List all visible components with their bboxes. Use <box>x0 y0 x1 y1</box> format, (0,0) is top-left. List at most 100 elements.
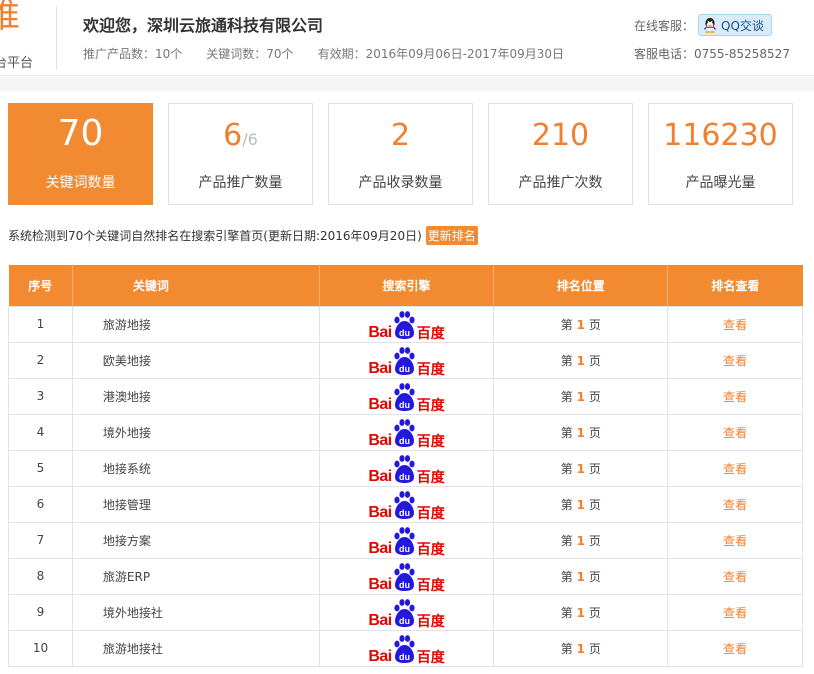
row-view: 查看 <box>667 413 803 451</box>
view-ranking-link[interactable]: 查看 <box>723 318 747 332</box>
stat-keywords-value: 70 <box>9 114 152 154</box>
svg-text:du: du <box>399 652 410 662</box>
rank-suffix: 页 <box>588 425 601 440</box>
refresh-ranking-button[interactable]: 更新排名 <box>425 226 478 245</box>
col-header-engine: 搜索引擎 <box>319 265 495 306</box>
stat-promoted-products-total: /6 <box>242 130 258 149</box>
rank-prefix: 第 <box>560 317 573 332</box>
welcome-title: 欢迎您，深圳云旅通科技有限公司 <box>83 16 324 35</box>
rank-page-number: 1 <box>576 641 585 656</box>
col-header-keyword: 关键词 <box>72 265 320 306</box>
baidu-paw-icon: du <box>394 491 415 519</box>
row-index: 2 <box>8 341 73 379</box>
account-meta: 推广产品数：10个 关键词数：70个 有效期：2016年09月06日-2017年… <box>83 45 564 62</box>
svg-text:du: du <box>399 400 410 410</box>
row-keyword: 地接系统 <box>71 449 320 487</box>
baidu-logo-latin: Bai <box>368 612 392 629</box>
qq-penguin-icon <box>703 17 717 33</box>
rank-suffix: 页 <box>588 353 601 368</box>
row-view: 查看 <box>667 449 803 487</box>
stat-keywords-number: 70 <box>57 113 104 154</box>
row-index: 9 <box>8 593 73 631</box>
row-keyword: 境外地接社 <box>71 593 320 631</box>
stat-indexed-products-label: 产品收录数量 <box>358 175 443 191</box>
rank-page-number: 1 <box>576 461 585 476</box>
rank-page-number: 1 <box>576 569 585 584</box>
view-ranking-link[interactable]: 查看 <box>723 354 747 368</box>
row-index: 1 <box>8 305 73 343</box>
view-ranking-link[interactable]: 查看 <box>723 606 747 620</box>
baidu-paw-icon: du <box>394 527 415 555</box>
baidu-logo: Bai du 百度 <box>368 563 445 593</box>
svg-text:du: du <box>399 328 410 338</box>
stat-keywords[interactable]: 70 关键词数量 <box>8 103 153 205</box>
view-ranking-link[interactable]: 查看 <box>723 570 747 584</box>
baidu-logo-chinese: 百度 <box>416 469 445 485</box>
row-engine: Bai du 百度 <box>318 449 495 487</box>
row-view: 查看 <box>667 377 803 415</box>
row-view: 查看 <box>667 521 803 559</box>
rank-suffix: 页 <box>588 533 601 548</box>
view-ranking-link[interactable]: 查看 <box>723 642 747 656</box>
baidu-logo-latin: Bai <box>368 324 392 341</box>
rank-prefix: 第 <box>560 533 573 548</box>
row-rank: 第 1 页 <box>493 449 669 487</box>
qq-chat-button[interactable]: QQ交谈 <box>698 14 772 36</box>
row-keyword: 旅游地接 <box>71 305 320 343</box>
row-rank: 第 1 页 <box>493 629 669 667</box>
stat-promotion-times[interactable]: 210 产品推广次数 <box>488 103 633 205</box>
service-phone: 客服电话：0755-85258527 <box>634 47 790 61</box>
baidu-logo-latin: Bai <box>368 504 392 521</box>
row-index: 10 <box>8 629 73 667</box>
view-ranking-link[interactable]: 查看 <box>723 534 747 548</box>
rank-page-number: 1 <box>576 533 585 548</box>
rank-prefix: 第 <box>560 461 573 476</box>
rank-page-number: 1 <box>576 497 585 512</box>
table-row: 5 地接系统 Bai du 百度 第 1 页 查看 <box>8 449 803 487</box>
stat-promotion-times-value: 210 <box>489 116 632 156</box>
stat-indexed-products[interactable]: 2 产品收录数量 <box>328 103 473 205</box>
stat-promoted-products-label: 产品推广数量 <box>198 175 283 191</box>
baidu-logo: Bai du 百度 <box>368 455 445 485</box>
header-separator-strip <box>0 77 814 91</box>
row-view: 查看 <box>667 305 803 343</box>
rank-prefix: 第 <box>560 425 573 440</box>
keyword-ranking-table: 序号 关键词 搜索引擎 排名位置 排名查看 1 旅游地接 Bai du 百度 第… <box>8 265 803 667</box>
table-header-row: 序号 关键词 搜索引擎 排名位置 排名查看 <box>8 265 803 306</box>
stat-keywords-label: 关键词数量 <box>45 175 116 191</box>
view-ranking-link[interactable]: 查看 <box>723 426 747 440</box>
rank-page-number: 1 <box>576 425 585 440</box>
row-rank: 第 1 页 <box>493 521 669 559</box>
row-engine: Bai du 百度 <box>318 593 495 631</box>
table-row: 1 旅游地接 Bai du 百度 第 1 页 查看 <box>8 305 803 343</box>
rank-suffix: 页 <box>588 569 601 584</box>
baidu-logo-chinese: 百度 <box>416 505 445 521</box>
view-ranking-link[interactable]: 查看 <box>723 462 747 476</box>
qq-chat-label: QQ交谈 <box>721 18 764 33</box>
row-index: 5 <box>8 449 73 487</box>
baidu-logo-chinese: 百度 <box>416 613 445 629</box>
stat-exposure[interactable]: 116230 产品曝光量 <box>648 103 793 205</box>
baidu-paw-icon: du <box>394 347 415 375</box>
row-keyword: 旅游ERP <box>71 557 320 595</box>
stat-exposure-number: 116230 <box>663 118 778 153</box>
view-ranking-link[interactable]: 查看 <box>723 498 747 512</box>
table-row: 4 境外地接 Bai du 百度 第 1 页 查看 <box>8 413 803 451</box>
row-view: 查看 <box>667 341 803 379</box>
stat-promoted-products[interactable]: 6/6 产品推广数量 <box>168 103 313 205</box>
baidu-logo-latin: Bai <box>368 540 392 557</box>
row-engine: Bai du 百度 <box>318 485 495 523</box>
baidu-logo: Bai du 百度 <box>368 599 445 629</box>
row-rank: 第 1 页 <box>493 377 669 415</box>
rank-prefix: 第 <box>560 353 573 368</box>
rank-page-number: 1 <box>576 353 585 368</box>
rank-suffix: 页 <box>588 317 601 332</box>
baidu-paw-icon: du <box>394 563 415 591</box>
baidu-logo-latin: Bai <box>368 576 392 593</box>
stat-promotion-times-number: 210 <box>531 118 590 153</box>
table-row: 2 欧美地接 Bai du 百度 第 1 页 查看 <box>8 341 803 379</box>
stat-indexed-products-value: 2 <box>329 116 472 156</box>
row-engine: Bai du 百度 <box>318 341 495 379</box>
baidu-logo: Bai du 百度 <box>368 383 445 413</box>
view-ranking-link[interactable]: 查看 <box>723 390 747 404</box>
